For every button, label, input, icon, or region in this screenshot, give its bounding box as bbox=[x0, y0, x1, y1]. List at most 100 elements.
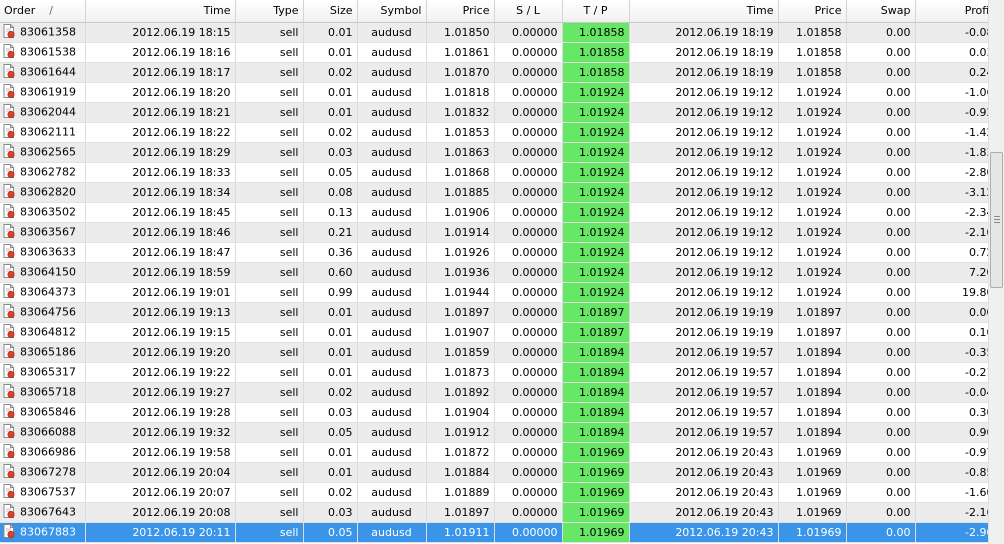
order-number: 83063633 bbox=[20, 245, 76, 259]
cell-profit: -0.35 bbox=[915, 342, 988, 363]
table-row[interactable]: 83061644 2012.06.19 18:17 sell 0.02 audusd 1.… bbox=[0, 62, 988, 83]
cell-open-price: 1.01868 bbox=[426, 162, 495, 183]
cell-symbol: audusd bbox=[357, 302, 427, 323]
cell-size: 0.60 bbox=[303, 262, 358, 283]
cell-swap: 0.00 bbox=[846, 182, 916, 203]
table-row[interactable]: 83066088 2012.06.19 19:32 sell 0.05 audusd 1.… bbox=[0, 422, 988, 443]
cell-open-price: 1.01870 bbox=[426, 62, 495, 83]
cell-type: sell bbox=[235, 302, 304, 323]
table-row[interactable]: 83064373 2012.06.19 19:01 sell 0.99 audusd 1.… bbox=[0, 282, 988, 303]
table-row[interactable]: 83064756 2012.06.19 19:13 sell 0.01 audusd 1.… bbox=[0, 302, 988, 323]
table-row[interactable]: 83063502 2012.06.19 18:45 sell 0.13 audusd 1.… bbox=[0, 202, 988, 223]
cell-close-time: 2012.06.19 19:12 bbox=[629, 82, 779, 103]
cell-profit: -2.90 bbox=[915, 522, 988, 543]
cell-close-price: 1.01969 bbox=[778, 502, 847, 523]
cell-symbol: audusd bbox=[357, 42, 427, 63]
column-header-close-price[interactable]: Price bbox=[778, 0, 847, 23]
column-header-price[interactable]: Price bbox=[426, 0, 495, 23]
cell-close-time: 2012.06.19 19:19 bbox=[629, 322, 779, 343]
table-row[interactable]: 83067643 2012.06.19 20:08 sell 0.03 audusd 1.… bbox=[0, 502, 988, 523]
cell-time: 2012.06.19 20:04 bbox=[85, 462, 236, 483]
table-row[interactable]: 83065718 2012.06.19 19:27 sell 0.02 audusd 1.… bbox=[0, 382, 988, 403]
vertical-scrollbar[interactable] bbox=[988, 0, 1004, 544]
cell-profit: -2.16 bbox=[915, 502, 988, 523]
cell-order: 83065846 bbox=[0, 402, 86, 423]
cell-size: 0.01 bbox=[303, 322, 358, 343]
cell-tp: 1.01924 bbox=[561, 82, 630, 103]
table-row[interactable]: 83065317 2012.06.19 19:22 sell 0.01 audusd 1.… bbox=[0, 362, 988, 383]
table-row[interactable]: 83061538 2012.06.19 18:16 sell 0.01 audusd 1.… bbox=[0, 42, 988, 63]
cell-type: sell bbox=[235, 362, 304, 383]
cell-close-price: 1.01894 bbox=[778, 422, 847, 443]
column-header-sl[interactable]: S / L bbox=[494, 0, 563, 23]
cell-open-price: 1.01853 bbox=[426, 122, 495, 143]
column-header-type[interactable]: Type bbox=[235, 0, 304, 23]
cell-sl: 0.00000 bbox=[494, 82, 563, 103]
table-row[interactable]: 83062111 2012.06.19 18:22 sell 0.02 audusd 1.… bbox=[0, 122, 988, 143]
order-document-icon bbox=[3, 404, 15, 419]
table-row[interactable]: 83065186 2012.06.19 19:20 sell 0.01 audusd 1.… bbox=[0, 342, 988, 363]
cell-profit: -0.04 bbox=[915, 382, 988, 403]
cell-close-time: 2012.06.19 20:43 bbox=[629, 442, 779, 463]
cell-order: 83061919 bbox=[0, 82, 86, 103]
cell-type: sell bbox=[235, 182, 304, 203]
table-row[interactable]: 83061919 2012.06.19 18:20 sell 0.01 audusd 1.… bbox=[0, 82, 988, 103]
cell-open-price: 1.01926 bbox=[426, 242, 495, 263]
cell-close-time: 2012.06.19 20:43 bbox=[629, 482, 779, 503]
table-row[interactable]: 83062782 2012.06.19 18:33 sell 0.05 audusd 1.… bbox=[0, 162, 988, 183]
column-header-symbol[interactable]: Symbol bbox=[357, 0, 427, 23]
order-document-icon bbox=[3, 304, 15, 319]
order-number: 83062565 bbox=[20, 145, 76, 159]
cell-type: sell bbox=[235, 62, 304, 83]
cell-profit: -3.12 bbox=[915, 182, 988, 203]
cell-close-time: 2012.06.19 20:43 bbox=[629, 502, 779, 523]
table-row[interactable]: 83064812 2012.06.19 19:15 sell 0.01 audusd 1.… bbox=[0, 322, 988, 343]
order-document-icon bbox=[3, 504, 15, 519]
table-row[interactable]: 83067278 2012.06.19 20:04 sell 0.01 audusd 1.… bbox=[0, 462, 988, 483]
cell-close-time: 2012.06.19 19:57 bbox=[629, 402, 779, 423]
order-document-icon bbox=[3, 44, 15, 59]
cell-time: 2012.06.19 20:07 bbox=[85, 482, 236, 503]
cell-order: 83065718 bbox=[0, 382, 86, 403]
table-row[interactable]: 83065846 2012.06.19 19:28 sell 0.03 audusd 1.… bbox=[0, 402, 988, 423]
table-row[interactable]: 83067537 2012.06.19 20:07 sell 0.02 audusd 1.… bbox=[0, 482, 988, 503]
cell-profit: -1.42 bbox=[915, 122, 988, 143]
table-row[interactable]: 83061358 2012.06.19 18:15 sell 0.01 audusd 1.… bbox=[0, 22, 988, 43]
column-header-swap[interactable]: Swap bbox=[846, 0, 916, 23]
order-document-icon bbox=[3, 384, 15, 399]
table-row[interactable]: 83062820 2012.06.19 18:34 sell 0.08 audusd 1.… bbox=[0, 182, 988, 203]
order-number: 83066088 bbox=[20, 425, 76, 439]
cell-size: 0.01 bbox=[303, 462, 358, 483]
column-header-tp[interactable]: T / P bbox=[562, 0, 630, 23]
table-row[interactable]: 83064150 2012.06.19 18:59 sell 0.60 audusd 1.… bbox=[0, 262, 988, 283]
cell-order: 83065317 bbox=[0, 362, 86, 383]
cell-type: sell bbox=[235, 522, 304, 543]
cell-close-price: 1.01969 bbox=[778, 442, 847, 463]
table-row[interactable]: 83067883 2012.06.19 20:11 sell 0.05 audusd 1.… bbox=[0, 522, 988, 543]
cell-time: 2012.06.19 18:46 bbox=[85, 222, 236, 243]
cell-close-price: 1.01924 bbox=[778, 202, 847, 223]
cell-order: 83061358 bbox=[0, 22, 86, 43]
table-row[interactable]: 83066986 2012.06.19 19:58 sell 0.01 audusd 1.… bbox=[0, 442, 988, 463]
table-row[interactable]: 83063633 2012.06.19 18:47 sell 0.36 audusd 1.… bbox=[0, 242, 988, 263]
cell-time: 2012.06.19 19:15 bbox=[85, 322, 236, 343]
column-header-close-time[interactable]: Time bbox=[629, 0, 779, 23]
table-row[interactable]: 83063567 2012.06.19 18:46 sell 0.21 audusd 1.… bbox=[0, 222, 988, 243]
cell-profit: 0.30 bbox=[915, 402, 988, 423]
column-header-size[interactable]: Size bbox=[303, 0, 358, 23]
table-row[interactable]: 83062044 2012.06.19 18:21 sell 0.01 audusd 1.… bbox=[0, 102, 988, 123]
order-number: 83061919 bbox=[20, 85, 76, 99]
cell-profit: -0.85 bbox=[915, 462, 988, 483]
scrollbar-thumb[interactable] bbox=[990, 152, 1003, 288]
column-header-order[interactable]: Order / bbox=[0, 0, 86, 23]
order-document-icon bbox=[3, 324, 15, 339]
cell-type: sell bbox=[235, 342, 304, 363]
cell-time: 2012.06.19 18:45 bbox=[85, 202, 236, 223]
table-row[interactable]: 83062565 2012.06.19 18:29 sell 0.03 audusd 1.… bbox=[0, 142, 988, 163]
column-header-profit[interactable]: Profit bbox=[915, 0, 988, 23]
cell-type: sell bbox=[235, 502, 304, 523]
orders-table-body: 83061358 2012.06.19 18:15 sell 0.01 audusd 1.… bbox=[0, 22, 988, 543]
cell-time: 2012.06.19 19:22 bbox=[85, 362, 236, 383]
cell-swap: 0.00 bbox=[846, 82, 916, 103]
column-header-time[interactable]: Time bbox=[85, 0, 236, 23]
